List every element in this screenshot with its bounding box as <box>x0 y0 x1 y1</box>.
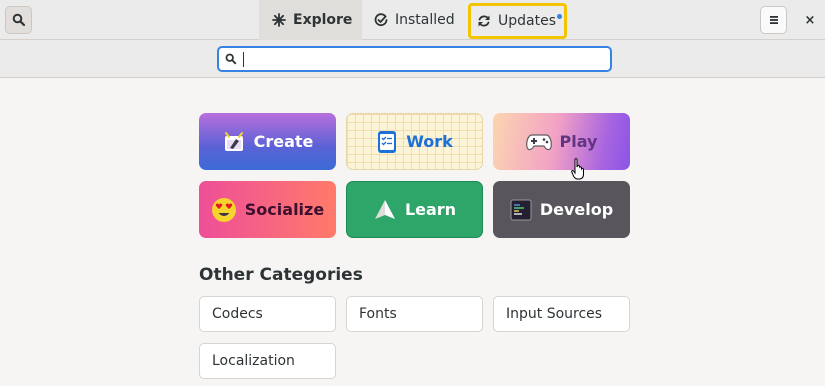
close-button[interactable]: × <box>798 8 822 32</box>
category-develop-tile[interactable]: Develop <box>493 181 630 238</box>
search-toggle-button[interactable] <box>5 6 32 34</box>
category-fonts-label: Fonts <box>359 306 397 322</box>
category-develop-label: Develop <box>539 200 614 219</box>
category-socialize-label: Socialize <box>244 200 325 219</box>
category-localization-label: Localization <box>212 353 295 369</box>
hamburger-menu-icon <box>769 16 778 24</box>
category-input-sources-label: Input Sources <box>506 306 603 322</box>
header-bar: Explore Installed Updates × <box>0 0 825 40</box>
tab-explore-label: Explore <box>293 12 353 28</box>
text-caret <box>243 51 244 67</box>
explore-icon <box>272 13 286 27</box>
category-localization-button[interactable]: Localization <box>199 343 336 379</box>
category-input-sources-button[interactable]: Input Sources <box>493 296 630 332</box>
category-socialize-tile[interactable]: Socialize <box>199 181 336 238</box>
view-switcher: Explore Installed Updates <box>259 0 567 40</box>
category-fonts-button[interactable]: Fonts <box>346 296 483 332</box>
tab-installed[interactable]: Installed <box>362 0 464 40</box>
tab-updates[interactable]: Updates <box>468 0 567 40</box>
tab-explore[interactable]: Explore <box>259 0 362 40</box>
category-work-tile[interactable]: Work <box>346 113 483 170</box>
tab-updates-label: Updates <box>498 13 556 29</box>
category-work-label: Work <box>406 132 453 151</box>
heart-eyes-emoji-icon <box>211 197 236 222</box>
search-icon <box>12 13 25 27</box>
work-icon <box>378 130 397 153</box>
search-icon <box>225 53 237 65</box>
category-codecs-button[interactable]: Codecs <box>199 296 336 332</box>
create-icon <box>224 131 243 151</box>
other-categories-heading: Other Categories <box>199 265 363 285</box>
category-play-tile[interactable]: Play <box>493 113 630 170</box>
search-input[interactable] <box>217 46 612 72</box>
terminal-icon <box>510 199 532 220</box>
refresh-icon <box>478 15 490 27</box>
check-icon <box>374 13 388 27</box>
gamepad-icon <box>525 133 552 150</box>
close-icon: × <box>804 12 816 28</box>
hand-pointer-cursor-icon <box>571 158 584 180</box>
updates-badge <box>557 14 562 19</box>
category-codecs-label: Codecs <box>212 306 263 322</box>
category-create-tile[interactable]: Create <box>199 113 336 170</box>
category-create-label: Create <box>253 132 314 151</box>
paper-plane-icon <box>374 199 395 219</box>
updates-highlight: Updates <box>468 3 567 39</box>
tab-installed-label: Installed <box>395 12 455 28</box>
main-menu-button[interactable] <box>760 6 787 34</box>
search-bar <box>0 40 825 78</box>
category-play-label: Play <box>559 132 598 151</box>
category-learn-tile[interactable]: Learn <box>346 181 483 238</box>
category-learn-label: Learn <box>404 200 457 219</box>
